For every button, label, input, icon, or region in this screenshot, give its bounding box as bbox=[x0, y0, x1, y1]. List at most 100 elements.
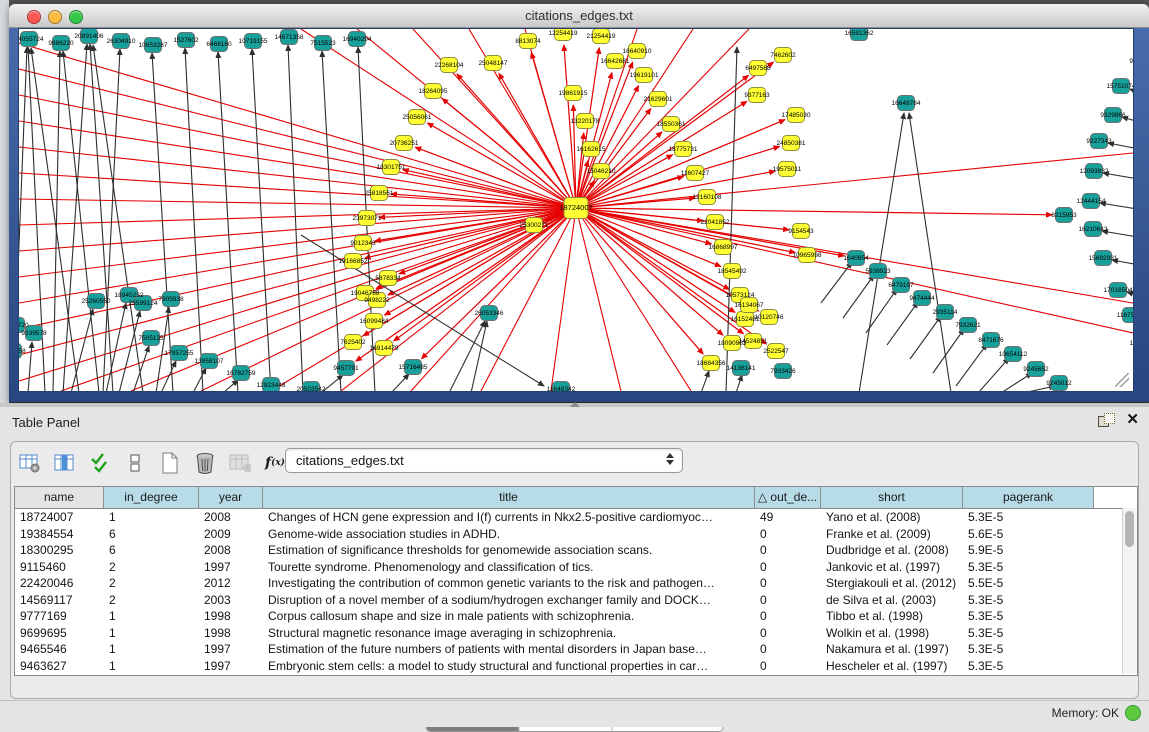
table-cell[interactable]: 22420046 bbox=[15, 576, 104, 590]
table-selector-dropdown[interactable]: citations_edges.txt bbox=[285, 448, 683, 473]
table-cell[interactable]: 5.3E-5 bbox=[963, 560, 1094, 574]
table-cell[interactable]: 6 bbox=[104, 527, 199, 541]
table-cell[interactable]: 2008 bbox=[199, 543, 263, 557]
column-header[interactable]: in_degree bbox=[104, 487, 199, 508]
table-cell[interactable]: 9777169 bbox=[15, 609, 104, 623]
table-cell[interactable]: 2008 bbox=[199, 510, 263, 524]
table-cell[interactable]: 2 bbox=[104, 576, 199, 590]
column-header[interactable]: short bbox=[821, 487, 963, 508]
table-cell[interactable]: Stergiakouli et al. (2012) bbox=[821, 576, 963, 590]
network-view-window[interactable]: citations_edges.txt 18724007140557249886… bbox=[9, 4, 1149, 402]
column-header[interactable]: year bbox=[199, 487, 263, 508]
table-cell[interactable]: 5.3E-5 bbox=[963, 609, 1094, 623]
table-cell[interactable]: 2003 bbox=[199, 593, 263, 607]
table-cell[interactable]: Wolkin et al. (1998) bbox=[821, 626, 963, 640]
create-column-icon[interactable] bbox=[159, 452, 181, 474]
table-cell[interactable]: 0 bbox=[755, 609, 821, 623]
table-cell[interactable]: Embryonic stem cells: a model to study s… bbox=[263, 659, 755, 673]
delete-table-icon[interactable] bbox=[229, 452, 251, 474]
table-cell[interactable]: Tibbo et al. (1998) bbox=[821, 609, 963, 623]
table-row[interactable]: 1938455462009Genome-wide association stu… bbox=[15, 526, 1137, 543]
table-cell[interactable]: Structural magnetic resonance image aver… bbox=[263, 626, 755, 640]
table-cell[interactable]: 5.6E-5 bbox=[963, 527, 1094, 541]
table-cell[interactable]: 2009 bbox=[199, 527, 263, 541]
column-header[interactable]: △ out_de... bbox=[755, 487, 821, 508]
table-cell[interactable]: Jankovic et al. (1997) bbox=[821, 560, 963, 574]
table-cell[interactable]: 5.3E-5 bbox=[963, 593, 1094, 607]
table-row[interactable]: 946554611997Estimation of the future num… bbox=[15, 641, 1137, 658]
table-cell[interactable]: 0 bbox=[755, 642, 821, 656]
table-cell[interactable]: 9463627 bbox=[15, 659, 104, 673]
table-cell[interactable]: 2 bbox=[104, 560, 199, 574]
delete-columns-icon[interactable] bbox=[194, 452, 216, 474]
table-cell[interactable]: 1997 bbox=[199, 659, 263, 673]
table-cell[interactable]: 19384554 bbox=[15, 527, 104, 541]
table-cell[interactable]: 1998 bbox=[199, 626, 263, 640]
show-columns-icon[interactable] bbox=[54, 452, 76, 474]
table-cell[interactable]: Genome-wide association studies in ADHD. bbox=[263, 527, 755, 541]
table-row[interactable]: 969969511998Structural magnetic resonanc… bbox=[15, 625, 1137, 642]
memory-status[interactable]: Memory: OK bbox=[1052, 705, 1141, 721]
table-cell[interactable]: 1 bbox=[104, 609, 199, 623]
table-cell[interactable]: Hescheler et al. (1997) bbox=[821, 659, 963, 673]
column-header[interactable]: pagerank bbox=[963, 487, 1094, 508]
table-row[interactable]: 1872400712008Changes of HCN gene express… bbox=[15, 509, 1137, 526]
table-cell[interactable]: 0 bbox=[755, 527, 821, 541]
table-cell[interactable]: Investigating the contribution of common… bbox=[263, 576, 755, 590]
table-cell[interactable]: 0 bbox=[755, 543, 821, 557]
canvas-resize-grip[interactable] bbox=[1115, 373, 1129, 387]
select-all-icon[interactable] bbox=[89, 452, 111, 474]
row-selector-icon[interactable] bbox=[124, 452, 146, 474]
table-row[interactable]: 1456911722003Disruption of a novel membe… bbox=[15, 592, 1137, 609]
table-cell[interactable]: Changes of HCN gene expression and I(f) … bbox=[263, 510, 755, 524]
table-row[interactable]: 977716911998Corpus callosum shape and si… bbox=[15, 608, 1137, 625]
network-canvas[interactable]: 1872400714055724988622020891406263049101… bbox=[18, 28, 1134, 392]
table-cell[interactable]: de Silva et al. (2003) bbox=[821, 593, 963, 607]
float-panel-icon[interactable] bbox=[1098, 413, 1114, 427]
table-cell[interactable]: Franke et al. (2009) bbox=[821, 527, 963, 541]
table-cell[interactable]: 18300295 bbox=[15, 543, 104, 557]
table-cell[interactable]: 1998 bbox=[199, 609, 263, 623]
left-panel-collapsed-strip[interactable] bbox=[0, 0, 9, 403]
table-cell[interactable]: 1997 bbox=[199, 642, 263, 656]
table-cell[interactable]: 5.3E-5 bbox=[963, 626, 1094, 640]
table-cell[interactable]: 5.3E-5 bbox=[963, 659, 1094, 673]
table-cell[interactable]: Estimation of the future numbers of pati… bbox=[263, 642, 755, 656]
table-cell[interactable]: 5.3E-5 bbox=[963, 642, 1094, 656]
table-cell[interactable]: 5.5E-5 bbox=[963, 576, 1094, 590]
network-window-titlebar[interactable]: citations_edges.txt bbox=[9, 4, 1149, 28]
table-cell[interactable]: 0 bbox=[755, 576, 821, 590]
table-cell[interactable]: Estimation of significance thresholds fo… bbox=[263, 543, 755, 557]
table-cell[interactable]: 2 bbox=[104, 593, 199, 607]
scrollbar-thumb[interactable] bbox=[1125, 511, 1134, 547]
table-cell[interactable]: 1 bbox=[104, 642, 199, 656]
table-cell[interactable]: 2012 bbox=[199, 576, 263, 590]
table-cell[interactable]: 6 bbox=[104, 543, 199, 557]
table-cell[interactable]: Corpus callosum shape and size in male p… bbox=[263, 609, 755, 623]
table-cell[interactable]: 0 bbox=[755, 659, 821, 673]
table-cell[interactable]: 5.3E-5 bbox=[963, 510, 1094, 524]
table-vertical-scrollbar[interactable] bbox=[1122, 508, 1137, 674]
table-cell[interactable]: Dudbridge et al. (2008) bbox=[821, 543, 963, 557]
function-builder-icon[interactable]: f(x) bbox=[264, 452, 286, 474]
table-row[interactable]: 946362711997Embryonic stem cells: a mode… bbox=[15, 658, 1137, 675]
table-cell[interactable]: Nakamura et al. (1997) bbox=[821, 642, 963, 656]
table-cell[interactable]: 0 bbox=[755, 626, 821, 640]
table-row[interactable]: 1830029562008Estimation of significance … bbox=[15, 542, 1137, 559]
table-cell[interactable]: Disruption of a novel member of a sodium… bbox=[263, 593, 755, 607]
table-cell[interactable]: 9465546 bbox=[15, 642, 104, 656]
table-row[interactable]: 2242004622012Investigating the contribut… bbox=[15, 575, 1137, 592]
table-cell[interactable]: 1997 bbox=[199, 560, 263, 574]
column-header[interactable]: name bbox=[15, 487, 104, 508]
table-options-icon[interactable] bbox=[19, 452, 41, 474]
network-graph[interactable]: 1872400714055724988622020891406263049101… bbox=[19, 29, 1133, 391]
table-cell[interactable]: 0 bbox=[755, 560, 821, 574]
table-cell[interactable]: 9699695 bbox=[15, 626, 104, 640]
table-cell[interactable]: 14569117 bbox=[15, 593, 104, 607]
table-cell[interactable]: 5.9E-5 bbox=[963, 543, 1094, 557]
table-cell[interactable]: Tourette syndrome. Phenomenology and cla… bbox=[263, 560, 755, 574]
table-row[interactable]: 911546021997Tourette syndrome. Phenomeno… bbox=[15, 559, 1137, 576]
table-cell[interactable]: 9115460 bbox=[15, 560, 104, 574]
column-header[interactable]: title bbox=[263, 487, 755, 508]
table-cell[interactable]: 0 bbox=[755, 593, 821, 607]
